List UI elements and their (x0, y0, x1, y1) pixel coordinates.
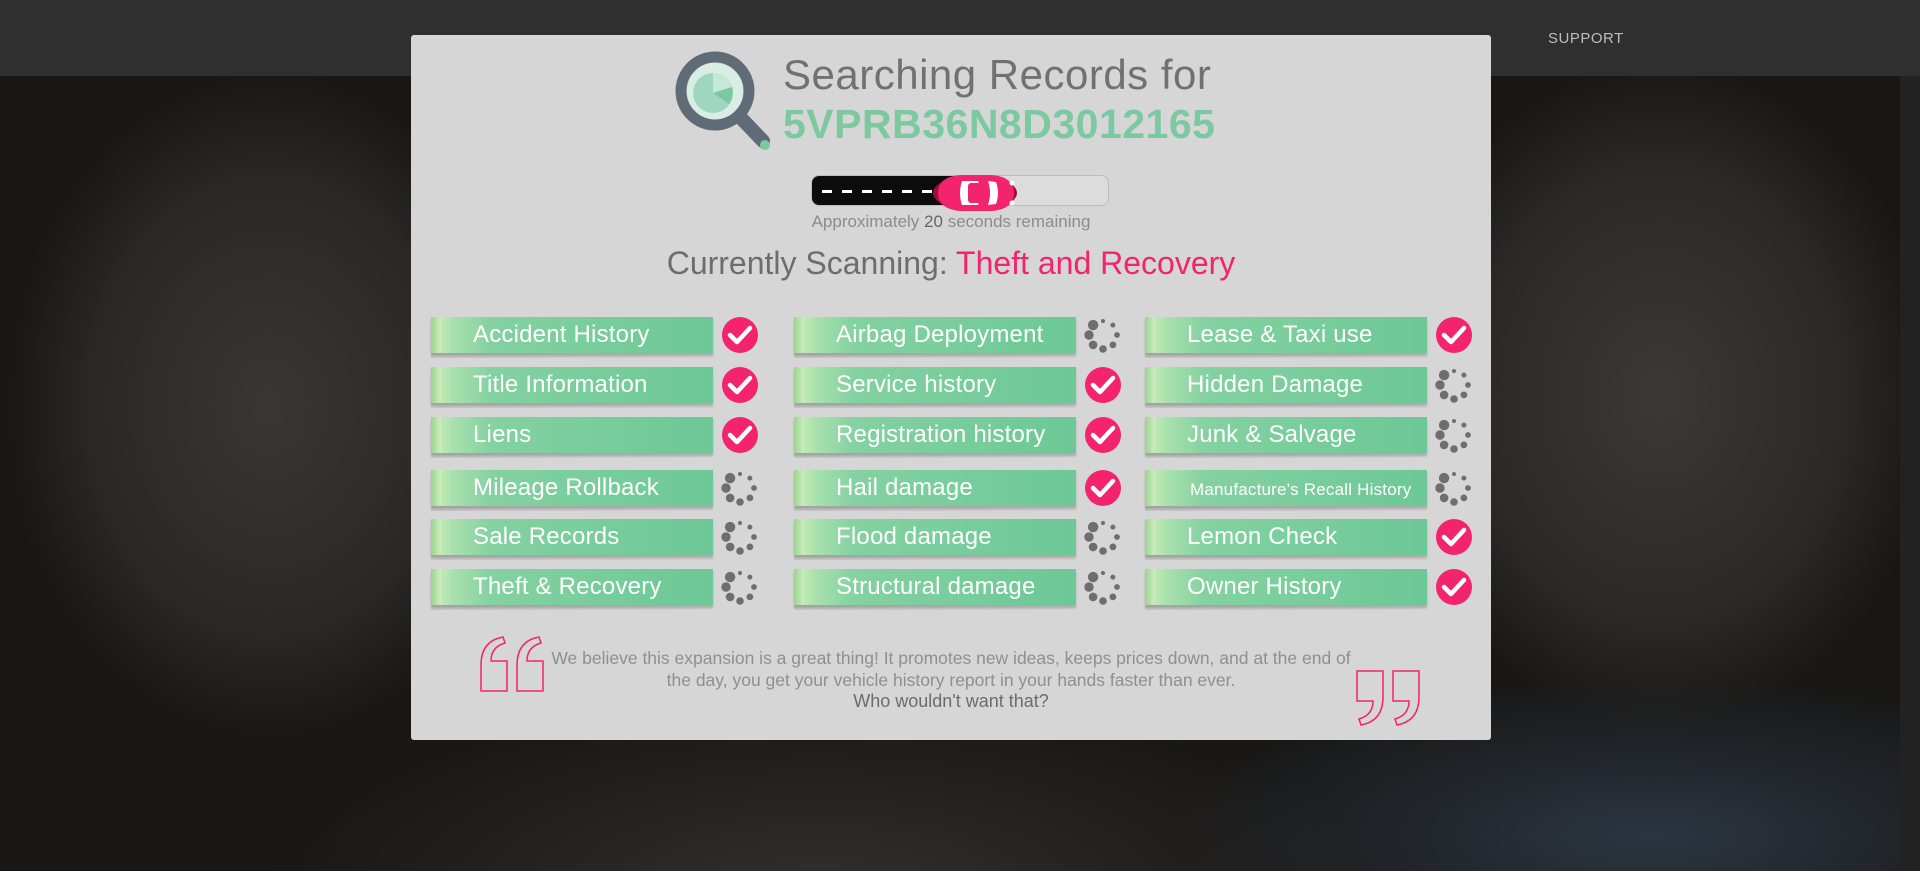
check-item: Owner History (1145, 568, 1485, 610)
modal-header: Searching Records for 5VPRB36N8D3012165 (671, 49, 1215, 153)
spinner-icon (721, 568, 759, 606)
check-item: Hidden Damage (1145, 366, 1485, 408)
testimonial-text: We believe this expansion is a great thi… (551, 648, 1351, 690)
check-item-label: Sale Records (473, 523, 620, 550)
check-item-label: Hail damage (836, 474, 973, 501)
check-item-label: Registration history (836, 421, 1046, 448)
car-icon (933, 175, 1017, 211)
check-item-label: Mileage Rollback (473, 474, 659, 501)
check-circle-icon (1084, 366, 1122, 404)
check-circle-icon (1084, 469, 1122, 507)
check-circle-icon (721, 416, 759, 454)
check-item-label: Airbag Deployment (836, 321, 1044, 348)
check-circle-icon (1435, 518, 1473, 556)
check-item-label: Accident History (473, 321, 650, 348)
road-dashes (822, 190, 945, 193)
check-item: Accident History (431, 316, 771, 358)
close-quote-icon (1356, 670, 1420, 726)
remaining-seconds: 20 (924, 212, 943, 231)
check-item-label: Junk & Salvage (1187, 421, 1357, 448)
spinner-icon (1435, 416, 1473, 454)
vin-number: 5VPRB36N8D3012165 (783, 101, 1216, 147)
testimonial-tagline: Who wouldn't want that? (853, 691, 1049, 711)
spinner-icon (721, 469, 759, 507)
spinner-icon (1084, 518, 1122, 556)
check-item: Structural damage (794, 568, 1134, 610)
check-item: Hail damage (794, 469, 1134, 511)
search-progress-modal: Searching Records for 5VPRB36N8D3012165 … (411, 35, 1491, 740)
check-circle-icon (721, 366, 759, 404)
magnifier-icon (675, 51, 770, 150)
check-item-label: Theft & Recovery (473, 573, 662, 600)
check-item-label: Manufacture's Recall History (1190, 480, 1412, 499)
check-item: Airbag Deployment (794, 316, 1134, 358)
check-item-label: Flood damage (836, 523, 992, 550)
check-item: Lemon Check (1145, 518, 1485, 560)
check-circle-icon (1435, 316, 1473, 354)
check-circle-icon (721, 316, 759, 354)
check-item-label: Liens (473, 421, 532, 448)
currently-scanning: Currently Scanning: Theft and Recovery (411, 245, 1491, 282)
check-item-label: Hidden Damage (1187, 371, 1364, 398)
spinner-icon (1435, 469, 1473, 507)
modal-title: Searching Records for (783, 51, 1212, 98)
remaining-prefix: Approximately (811, 212, 920, 231)
check-item-label: Title Information (473, 371, 648, 398)
scanning-item: Theft and Recovery (956, 245, 1236, 281)
spinner-icon (1435, 366, 1473, 404)
page-scrollbar[interactable] (1900, 76, 1920, 871)
check-item: Sale Records (431, 518, 771, 560)
check-item: Mileage Rollback (431, 469, 771, 511)
remaining-suffix: seconds remaining (947, 212, 1091, 231)
spinner-icon (1084, 316, 1122, 354)
spinner-icon (1084, 568, 1122, 606)
time-remaining: Approximately 20 seconds remaining (411, 212, 1491, 232)
check-item: Manufacture's Recall History (1145, 469, 1485, 511)
check-item-label: Lemon Check (1187, 523, 1338, 550)
check-item: Flood damage (794, 518, 1134, 560)
check-item: Registration history (794, 416, 1134, 458)
check-item-label: Service history (836, 371, 997, 398)
check-item-label: Lease & Taxi use (1187, 321, 1373, 348)
check-item-label: Structural damage (836, 573, 1036, 600)
check-item: Title Information (431, 366, 771, 408)
check-item: Junk & Salvage (1145, 416, 1485, 458)
spinner-icon (721, 518, 759, 556)
check-circle-icon (1084, 416, 1122, 454)
open-quote-icon (480, 636, 544, 692)
check-item: Liens (431, 416, 771, 458)
check-item: Lease & Taxi use (1145, 316, 1485, 358)
nav-support-link[interactable]: SUPPORT (1548, 30, 1624, 47)
check-item: Theft & Recovery (431, 568, 771, 610)
check-item: Service history (794, 366, 1134, 408)
check-item-label: Owner History (1187, 573, 1342, 600)
scanning-label: Currently Scanning: (666, 245, 948, 281)
check-circle-icon (1435, 568, 1473, 606)
